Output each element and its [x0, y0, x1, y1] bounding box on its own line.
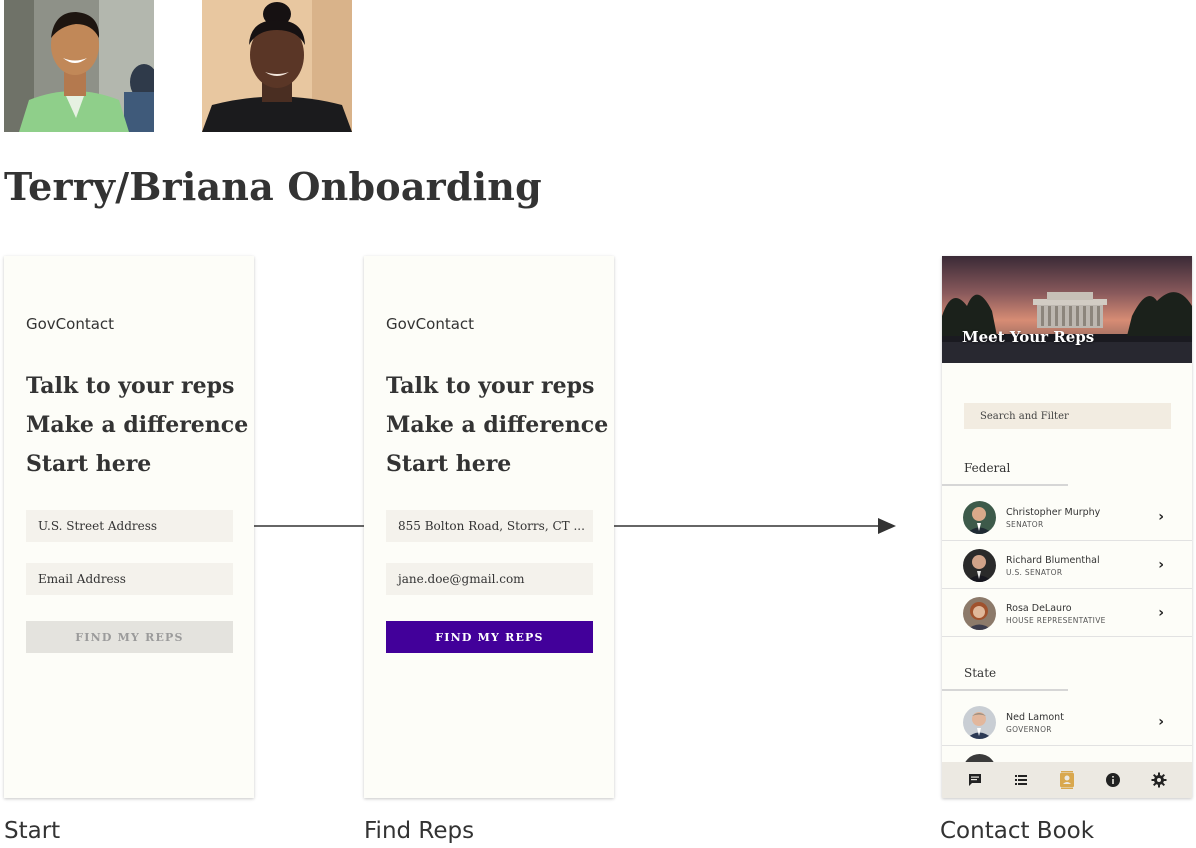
tagline-line-3: Start here	[386, 451, 512, 477]
hero-image: Meet Your Reps	[942, 256, 1192, 363]
rep-row-delauro[interactable]: Rosa DeLauro HOUSE REPRESENTATIVE ›	[942, 590, 1192, 637]
tagline-line-2: Make a difference	[386, 412, 609, 438]
email-input[interactable]: jane.doe@gmail.com	[386, 563, 593, 595]
state-heading: State	[964, 666, 997, 680]
tagline-line-1: Talk to your reps	[26, 373, 235, 399]
rep-title: GOVERNOR	[1006, 725, 1052, 734]
rep-name: Christopher Murphy	[1006, 507, 1101, 518]
start-screen: GovContact Talk to your reps Make a diff…	[4, 256, 254, 798]
info-icon[interactable]	[1102, 769, 1124, 791]
chevron-right-icon[interactable]: ›	[1158, 605, 1164, 621]
find-my-reps-button[interactable]: FIND MY REPS	[386, 621, 593, 653]
find-reps-screen: GovContact Talk to your reps Make a diff…	[364, 256, 614, 798]
flow-connector-2	[614, 518, 896, 534]
hero-title: Meet Your Reps	[962, 328, 1095, 346]
tagline: Talk to your reps Make a difference Star…	[386, 367, 608, 484]
section-divider	[942, 689, 1068, 691]
rep-title: HOUSE REPRESENTATIVE	[1006, 616, 1106, 625]
rep-title: U.S. SENATOR	[1006, 568, 1063, 577]
tagline-line-1: Talk to your reps	[386, 373, 595, 399]
step-label-start: Start	[4, 818, 61, 844]
list-icon[interactable]	[1010, 769, 1032, 791]
flow-connector-1	[254, 525, 364, 527]
federal-heading: Federal	[964, 461, 1011, 475]
rep-name: Richard Blumenthal	[1006, 555, 1100, 566]
app-name: GovContact	[26, 315, 115, 333]
rep-name: Rosa DeLauro	[1006, 603, 1072, 614]
page-title: Terry/Briana Onboarding	[4, 164, 542, 209]
email-input[interactable]: Email Address	[26, 563, 233, 595]
rep-title: SENATOR	[1006, 520, 1044, 529]
persona-photo-terry	[4, 0, 154, 132]
chevron-right-icon[interactable]: ›	[1158, 557, 1164, 573]
tagline-line-2: Make a difference	[26, 412, 249, 438]
search-filter-input[interactable]: Search and Filter	[964, 403, 1171, 429]
settings-icon[interactable]	[1148, 769, 1170, 791]
address-input[interactable]: 855 Bolton Road, Storrs, CT ...	[386, 510, 593, 542]
find-my-reps-button[interactable]: FIND MY REPS	[26, 621, 233, 653]
bottom-tab-bar	[942, 762, 1192, 798]
section-divider	[942, 484, 1068, 486]
avatar	[963, 501, 996, 534]
avatar	[963, 549, 996, 582]
rep-name: Ned Lamont	[1006, 712, 1064, 723]
rep-row-murphy[interactable]: Christopher Murphy SENATOR ›	[942, 494, 1192, 541]
chat-icon[interactable]	[964, 769, 986, 791]
contact-book-icon[interactable]	[1056, 769, 1078, 791]
avatar	[963, 597, 996, 630]
address-input[interactable]: U.S. Street Address	[26, 510, 233, 542]
contact-book-screen: Meet Your Reps Search and Filter Federal…	[942, 256, 1192, 798]
chevron-right-icon[interactable]: ›	[1158, 714, 1164, 730]
step-label-find-reps: Find Reps	[364, 818, 475, 844]
chevron-right-icon[interactable]: ›	[1158, 509, 1164, 525]
avatar	[963, 706, 996, 739]
rep-row-lamont[interactable]: Ned Lamont GOVERNOR ›	[942, 699, 1192, 746]
step-label-contact-book: Contact Book	[940, 818, 1095, 844]
persona-photo-briana	[202, 0, 352, 132]
tagline: Talk to your reps Make a difference Star…	[26, 367, 248, 484]
app-name: GovContact	[386, 315, 475, 333]
tagline-line-3: Start here	[26, 451, 152, 477]
rep-row-blumenthal[interactable]: Richard Blumenthal U.S. SENATOR ›	[942, 542, 1192, 589]
